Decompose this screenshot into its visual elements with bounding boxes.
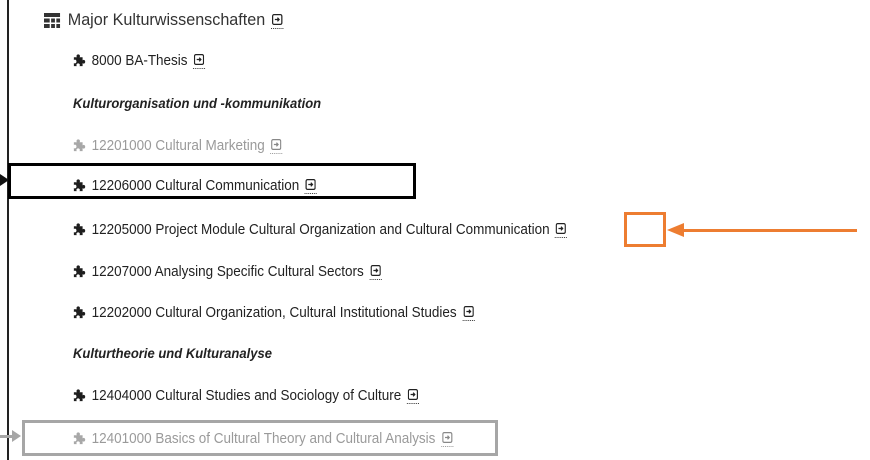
section-heading: Kulturorganisation und -kommunikation — [73, 95, 321, 111]
puzzle-icon — [73, 265, 86, 278]
module-row-12404000[interactable]: 12404000 Cultural Studies and Sociology … — [73, 387, 419, 404]
open-external-icon[interactable] — [369, 263, 382, 280]
module-row-12202000[interactable]: 12202000 Cultural Organization, Cultural… — [73, 304, 475, 321]
module-row-12207000[interactable]: 12207000 Analysing Specific Cultural Sec… — [73, 263, 382, 280]
module-label: 12205000 Project Module Cultural Organiz… — [91, 221, 550, 238]
module-label: 8000 BA-Thesis — [91, 52, 188, 69]
highlight-box-black — [8, 163, 416, 199]
module-label: 12201000 Cultural Marketing — [91, 137, 265, 154]
puzzle-icon — [73, 389, 86, 402]
section-heading: Kulturtheorie und Kulturanalyse — [73, 345, 272, 361]
section-label: Kulturtheorie und Kulturanalyse — [73, 345, 272, 361]
highlight-box-orange — [624, 212, 666, 247]
tree-title-label: Major Kulturwissenschaften — [67, 10, 266, 29]
tree-title-row[interactable]: Major Kulturwissenschaften — [44, 10, 284, 30]
open-external-icon[interactable] — [270, 12, 284, 29]
open-external-icon[interactable] — [462, 304, 475, 321]
pointer-arrow-black — [0, 174, 9, 186]
open-external-icon[interactable] — [406, 387, 419, 404]
module-label: 12207000 Analysing Specific Cultural Sec… — [91, 263, 364, 280]
module-label: 12202000 Cultural Organization, Cultural… — [91, 304, 457, 321]
frame-border — [7, 0, 9, 460]
highlight-box-gray — [22, 420, 498, 456]
module-row-8000[interactable]: 8000 BA-Thesis — [73, 52, 206, 69]
puzzle-icon — [73, 306, 86, 319]
module-label: 12404000 Cultural Studies and Sociology … — [91, 387, 402, 404]
puzzle-icon — [73, 54, 86, 67]
arrow-head-orange — [667, 223, 684, 237]
puzzle-icon — [73, 223, 86, 236]
module-row-12205000[interactable]: 12205000 Project Module Cultural Organiz… — [73, 221, 568, 238]
pointer-head-gray — [12, 430, 21, 442]
arrow-line-orange — [683, 229, 857, 232]
open-external-icon[interactable] — [193, 52, 206, 69]
grid-icon — [44, 12, 61, 28]
module-row-12201000[interactable]: 12201000 Cultural Marketing — [73, 137, 283, 154]
section-label: Kulturorganisation und -kommunikation — [73, 95, 322, 111]
puzzle-icon — [73, 139, 86, 152]
open-external-icon[interactable] — [555, 221, 568, 238]
open-external-icon[interactable] — [270, 137, 283, 154]
